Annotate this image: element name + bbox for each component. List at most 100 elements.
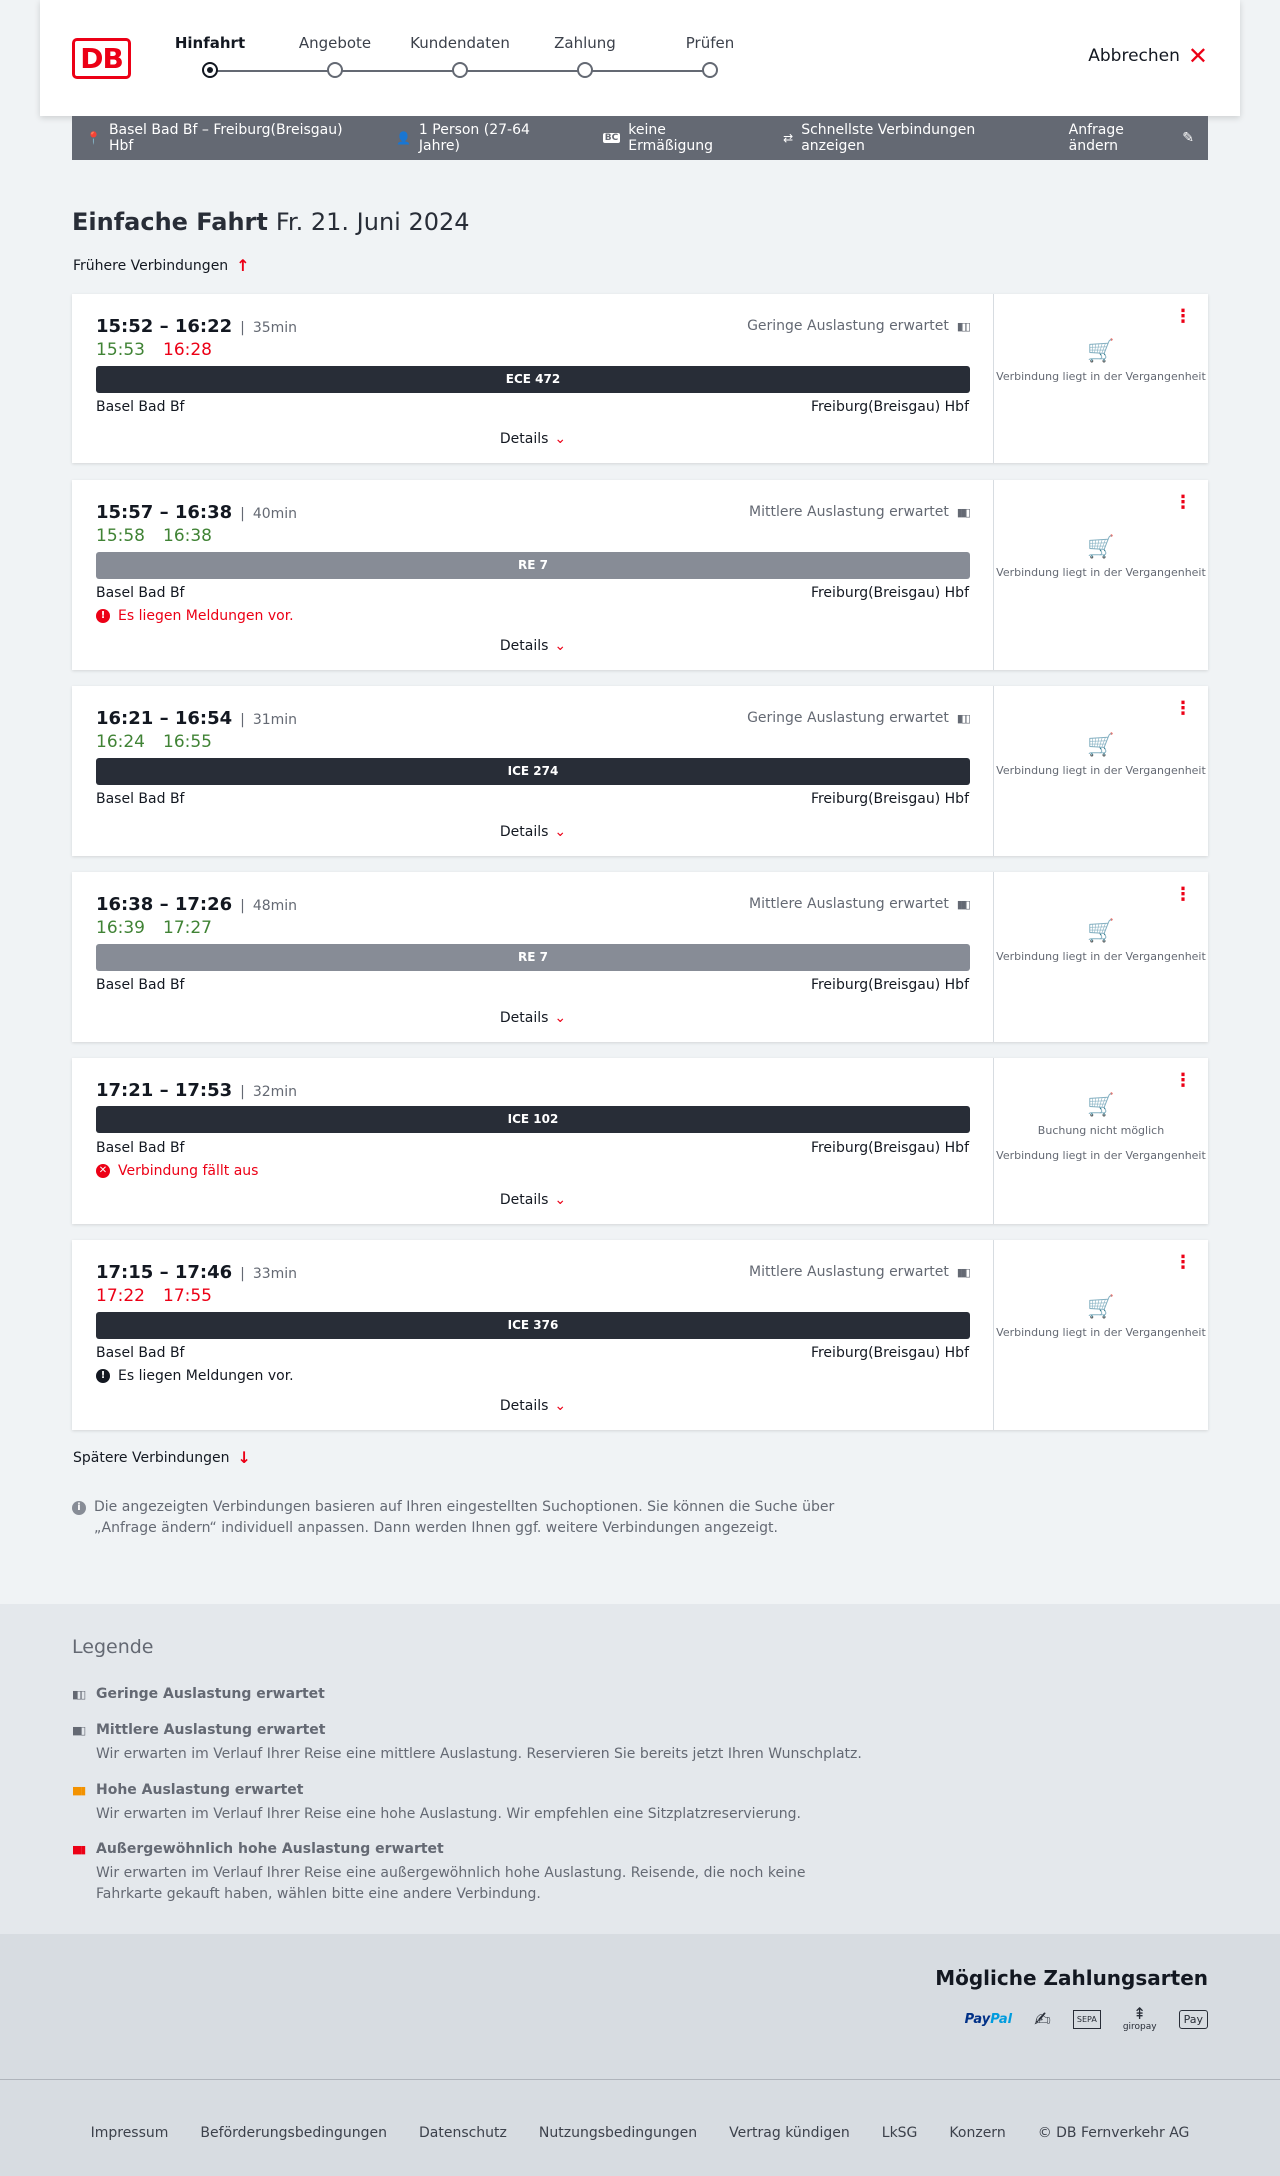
- footer-link-lksg[interactable]: LkSG: [882, 2125, 918, 2141]
- change-request-button[interactable]: Anfrage ändern ✎: [1069, 122, 1194, 154]
- connection-card[interactable]: 15:57 – 16:38 | 40min 15:58 16:38 Mittlere …: [72, 480, 1208, 670]
- chevron-down-icon: ⌄: [554, 638, 567, 654]
- train-bar[interactable]: ICE 102: [96, 1106, 970, 1133]
- connection-times: 15:57 – 16:38 | 40min: [96, 502, 297, 523]
- occupancy-text: Mittlere Auslastung erwartet: [749, 504, 949, 520]
- booking-panel: ⋮ 🛒 Verbindung liegt in der Vergangenheit: [994, 480, 1208, 670]
- more-options-icon[interactable]: ⋮: [1174, 1072, 1192, 1090]
- booking-status: 🛒 Verbindung liegt in der Vergangenheit: [994, 919, 1208, 964]
- booking-status: 🛒 Buchung nicht möglich Verbindung liegt i…: [994, 1095, 1208, 1163]
- connection-card[interactable]: 16:21 – 16:54 | 31min 16:24 16:55 Geringe A…: [72, 686, 1208, 856]
- train-bar[interactable]: ECE 472: [96, 366, 970, 393]
- step-dot: [702, 62, 718, 78]
- duration: 33min: [252, 1266, 298, 1282]
- discount-summary: BC keine Ermäßigung: [602, 122, 751, 154]
- step-dot: [327, 62, 343, 78]
- realtime-departure: 17:22: [96, 1286, 145, 1306]
- departure-station: Basel Bad Bf: [96, 1140, 185, 1156]
- step-zahlung[interactable]: Zahlung: [535, 34, 635, 78]
- legend-item-title: Mittlere Auslastung erwartet: [96, 1722, 326, 1738]
- occupancy-info[interactable]: Mittlere Auslastung erwartet ▮▮▯: [749, 504, 971, 520]
- realtime-departure: 15:53: [96, 340, 145, 360]
- footer-link-konzern[interactable]: Konzern: [949, 2125, 1005, 2141]
- footer-link-befoerderungsbedingungen[interactable]: Beförderungsbedingungen: [200, 2125, 387, 2141]
- footer-link-nutzungsbedingungen[interactable]: Nutzungsbedingungen: [539, 2125, 697, 2141]
- more-options-icon[interactable]: ⋮: [1174, 886, 1192, 904]
- more-options-icon[interactable]: ⋮: [1174, 494, 1192, 512]
- step-kundendaten[interactable]: Kundendaten: [410, 34, 510, 78]
- booking-not-possible-text: Buchung nicht möglich: [1037, 1124, 1165, 1137]
- legend-item-title: Geringe Auslastung erwartet: [96, 1686, 325, 1702]
- credit-card-icon: ✍: [1034, 2007, 1051, 2031]
- more-options-icon[interactable]: ⋮: [1174, 308, 1192, 326]
- train-bar[interactable]: ICE 274: [96, 758, 970, 785]
- details-toggle[interactable]: Details ⌄: [72, 431, 994, 447]
- planned-times: 16:38 – 17:26: [96, 894, 233, 915]
- connection-card[interactable]: 17:21 – 17:53 | 32min ICE 102 Basel Bad Bf…: [72, 1058, 1208, 1224]
- realtime-times: 15:53 16:28: [96, 340, 230, 360]
- giropay-label: giropay: [1122, 2022, 1157, 2032]
- notice-text: Es liegen Meldungen vor.: [118, 608, 294, 624]
- legend-item-low: ▮▯▯ Geringe Auslastung erwartet: [72, 1686, 872, 1702]
- cart-unavailable-icon: 🛒: [1087, 733, 1115, 758]
- occupancy-info[interactable]: Mittlere Auslastung erwartet ▮▮▯: [749, 896, 971, 912]
- notice-message[interactable]: ! Es liegen Meldungen vor.: [96, 608, 294, 624]
- location-pin-icon: 📍: [86, 131, 101, 145]
- occupancy-text: Geringe Auslastung erwartet: [747, 710, 949, 726]
- connection-times: 17:15 – 17:46 | 33min: [96, 1262, 297, 1283]
- search-info-note: i Die angezeigten Verbindungen basieren a…: [72, 1497, 852, 1539]
- step-angebote[interactable]: Angebote: [285, 34, 385, 78]
- train-bar[interactable]: RE 7: [96, 944, 970, 971]
- train-bar[interactable]: ICE 376: [96, 1312, 970, 1339]
- connection-card[interactable]: 17:15 – 17:46 | 33min 17:22 17:55 Mittlere …: [72, 1240, 1208, 1430]
- cart-unavailable-icon: 🛒: [1087, 919, 1115, 944]
- booking-panel: ⋮ 🛒 Buchung nicht möglich Verbindung liegt…: [994, 1058, 1208, 1224]
- notice-message[interactable]: ! Es liegen Meldungen vor.: [96, 1368, 294, 1384]
- step-label: Hinfahrt: [174, 34, 246, 52]
- footer-link-vertrag-kuendigen[interactable]: Vertrag kündigen: [729, 2125, 850, 2141]
- occupancy-info[interactable]: Geringe Auslastung erwartet ▮▯▯: [747, 710, 971, 726]
- more-options-icon[interactable]: ⋮: [1174, 700, 1192, 718]
- cancel-label: Abbrechen: [1088, 46, 1180, 66]
- connection-card[interactable]: 16:38 – 17:26 | 48min 16:39 17:27 Mittlere …: [72, 872, 1208, 1042]
- page-title: Einfache Fahrt Fr. 21. Juni 2024: [72, 208, 470, 236]
- booking-panel: ⋮ 🛒 Verbindung liegt in der Vergangenheit: [994, 1240, 1208, 1430]
- legend-item-medium: ▮▮▯ Mittlere Auslastung erwartet Wir erwa…: [72, 1722, 872, 1765]
- step-hinfahrt[interactable]: Hinfahrt: [160, 34, 260, 78]
- details-label: Details: [499, 431, 549, 447]
- later-connections-link[interactable]: Spätere Verbindungen ↓: [73, 1448, 251, 1467]
- db-logo[interactable]: DB: [72, 38, 131, 79]
- payment-icons: PayPal ✍ SEPA ⇞ giropay Pay: [965, 2006, 1208, 2032]
- occupancy-high-icon: ▮▮▮: [72, 1783, 86, 1797]
- cancel-button[interactable]: Abbrechen ✕: [1088, 42, 1208, 70]
- close-icon: ✕: [1187, 42, 1208, 70]
- planned-times: 17:21 – 17:53: [96, 1080, 233, 1101]
- booking-status-text: Verbindung liegt in der Vergangenheit: [996, 950, 1206, 963]
- occupancy-info[interactable]: Geringe Auslastung erwartet ▮▯▯: [747, 318, 971, 334]
- footer-link-impressum[interactable]: Impressum: [91, 2125, 169, 2141]
- step-pruefen[interactable]: Prüfen: [660, 34, 760, 78]
- details-toggle[interactable]: Details ⌄: [72, 1398, 994, 1414]
- occupancy-info[interactable]: Mittlere Auslastung erwartet ▮▮▯: [749, 1264, 971, 1280]
- details-toggle[interactable]: Details ⌄: [72, 638, 994, 654]
- details-toggle[interactable]: Details ⌄: [72, 1010, 994, 1026]
- train-bar[interactable]: RE 7: [96, 552, 970, 579]
- booking-status: 🛒 Verbindung liegt in der Vergangenheit: [994, 733, 1208, 778]
- arrival-station: Freiburg(Breisgau) Hbf: [810, 977, 969, 993]
- connection-card[interactable]: 15:52 – 16:22 | 35min 15:53 16:28 Geringe A…: [72, 294, 1208, 463]
- details-label: Details: [499, 638, 549, 654]
- booking-header: DB Hinfahrt Angebote Kundendaten Zahlung…: [40, 0, 1240, 116]
- booking-status-text: Verbindung liegt in der Vergangenheit: [996, 764, 1206, 777]
- discount-text: keine Ermäßigung: [628, 122, 714, 154]
- earlier-connections-link[interactable]: Frühere Verbindungen ↑: [73, 256, 250, 275]
- details-toggle[interactable]: Details ⌄: [72, 1192, 994, 1208]
- booking-status-text: Verbindung liegt in der Vergangenheit: [996, 1149, 1206, 1162]
- occupancy-text: Mittlere Auslastung erwartet: [749, 896, 949, 912]
- more-options-icon[interactable]: ⋮: [1174, 1254, 1192, 1272]
- details-toggle[interactable]: Details ⌄: [72, 824, 994, 840]
- connection-main: 16:38 – 17:26 | 48min 16:39 17:27 Mittlere …: [72, 872, 994, 1042]
- connection-times: 16:38 – 17:26 | 48min: [96, 894, 297, 915]
- footer-link-datenschutz[interactable]: Datenschutz: [419, 2125, 507, 2141]
- legend-item-very-high: ▮▮▮ Außergewöhnlich hohe Auslastung erwar…: [72, 1841, 872, 1905]
- footer-links: Impressum Beförderungsbedingungen Datens…: [0, 2125, 1280, 2141]
